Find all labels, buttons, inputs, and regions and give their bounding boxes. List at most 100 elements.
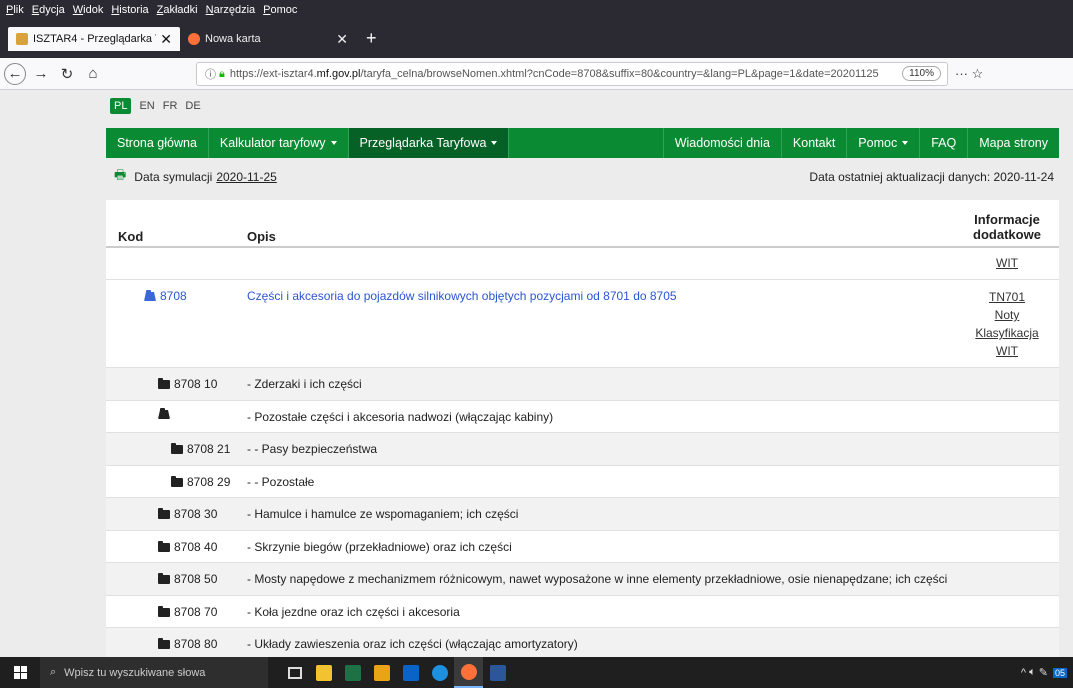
classification-link[interactable]: Klasyfikacja (966, 324, 1048, 342)
taskbar-apps (280, 657, 512, 688)
tab-isztar[interactable]: ISZTAR4 - Przeglądarka Taryfow ✕ (8, 27, 180, 51)
nomenclature-table: Kod Opis Informacje dodatkowe WIT 8708 Cz… (106, 200, 1059, 657)
page-actions: ··· ☆ (955, 66, 983, 82)
nav-home[interactable]: Strona główna (106, 128, 209, 158)
simulation-date-link[interactable]: 2020-11-25 (216, 170, 277, 184)
outlook-icon[interactable] (396, 657, 425, 688)
table-row[interactable]: 8708 30 - Hamulce i hamulce ze wspomagan… (106, 498, 1059, 531)
reload-button[interactable]: ↻ (54, 65, 80, 83)
folder-icon (171, 475, 183, 487)
header-description: Opis (247, 229, 276, 244)
search-placeholder: Wpisz tu wyszukiwane słowa (64, 666, 206, 679)
caret-down-icon (902, 141, 909, 145)
notification-badge[interactable]: 05 (1052, 667, 1067, 678)
table-row[interactable]: 8708 50 - Mosty napędowe z mechanizmem r… (106, 563, 1059, 596)
menu-file[interactable]: Plik (6, 4, 24, 16)
table-row-partial: WIT (106, 248, 1059, 280)
site-nav: Strona główna Kalkulator taryfowy Przegl… (106, 128, 1059, 158)
menu-dots-icon[interactable]: ··· (955, 66, 968, 81)
tab-close-icon[interactable]: ✕ (160, 32, 172, 46)
nav-bar: ← → ↻ ⌂ ⓘ 🔒︎ https://ext-isztar4.mf.gov.… (0, 58, 1073, 90)
menu-help[interactable]: Pomoc (263, 4, 297, 16)
app-m-icon[interactable] (367, 657, 396, 688)
last-update-text: Data ostatniej aktualizacji danych: 2020… (809, 170, 1054, 184)
back-button[interactable]: ← (4, 62, 26, 85)
table-header: Kod Opis Informacje dodatkowe (106, 200, 1059, 248)
edge-icon[interactable] (425, 657, 454, 688)
wit-link[interactable]: WIT (966, 342, 1048, 360)
file-explorer-icon[interactable] (309, 657, 338, 688)
folder-icon (158, 507, 170, 519)
nav-sitemap[interactable]: Mapa strony (968, 128, 1059, 158)
firefox-icon (188, 33, 200, 45)
table-row[interactable]: - Pozostałe części i akcesoria nadwozi (… (106, 401, 1059, 433)
windows-logo-icon (13, 666, 27, 679)
header-code: Kod (118, 229, 144, 244)
folder-icon (158, 377, 170, 389)
lang-en[interactable]: EN (139, 100, 154, 112)
menu-history[interactable]: Historia (111, 4, 148, 16)
table-row-main[interactable]: 8708 Części i akcesoria do pojazdów siln… (106, 280, 1059, 368)
table-row[interactable]: 8708 80 - Układy zawieszenia oraz ich cz… (106, 628, 1059, 657)
folder-icon (158, 572, 170, 584)
folder-icon (158, 540, 170, 552)
tab-title: ISZTAR4 - Przeglądarka Taryfow (33, 33, 156, 45)
network-icon[interactable]: ✎ (1039, 666, 1048, 679)
task-view-icon[interactable] (280, 657, 309, 688)
row-description[interactable]: Części i akcesoria do pojazdów silnikowy… (247, 289, 677, 303)
system-tray: ^ 🔈︎ ✎ 05 (1021, 666, 1067, 679)
lang-de[interactable]: DE (185, 100, 200, 112)
taskbar: ⌕ Wpisz tu wyszukiwane słowa ^ 🔈︎ ✎ 05 (0, 657, 1073, 688)
row-code[interactable]: 8708 (144, 289, 187, 303)
url-text: https://ext-isztar4.mf.gov.pl/taryfa_cel… (229, 68, 879, 80)
table-row[interactable]: 8708 70 - Koła jezdne oraz ich części i … (106, 596, 1059, 628)
search-icon: ⌕ (50, 666, 57, 678)
folder-open-icon (158, 408, 170, 419)
language-bar: PL EN FR DE (110, 98, 209, 114)
folder-open-icon (144, 289, 156, 301)
start-button[interactable] (0, 657, 40, 688)
table-row[interactable]: 8708 21 - - Pasy bezpieczeństwa (106, 433, 1059, 466)
info-icon[interactable]: ⓘ (205, 66, 216, 82)
nav-tariff-browser[interactable]: Przeglądarka Taryfowa (348, 128, 510, 158)
menu-tools[interactable]: Narzędzia (206, 4, 256, 16)
nav-help[interactable]: Pomoc (847, 128, 921, 158)
printer-icon[interactable]: 🖶 (114, 166, 126, 188)
home-button[interactable]: ⌂ (80, 65, 106, 82)
nav-contact[interactable]: Kontakt (782, 128, 848, 158)
url-bar[interactable]: ⓘ 🔒︎ https://ext-isztar4.mf.gov.pl/taryf… (196, 62, 948, 86)
table-row[interactable]: 8708 10 - Zderzaki i ich części (106, 368, 1059, 401)
caret-down-icon (330, 141, 337, 145)
zoom-level[interactable]: 110% (902, 66, 941, 81)
folder-icon (158, 605, 170, 617)
tab-title: Nowa karta (205, 33, 261, 45)
chevron-up-icon[interactable]: ^ (1021, 667, 1026, 679)
bookmark-star-icon[interactable]: ☆ (972, 66, 984, 81)
nav-calculator[interactable]: Kalkulator taryfowy (209, 128, 349, 158)
lang-pl[interactable]: PL (110, 98, 132, 114)
tn701-link[interactable]: TN701 (966, 288, 1048, 306)
site-favicon-icon (16, 33, 28, 45)
forward-button[interactable]: → (28, 65, 54, 82)
simulation-bar: 🖶 Data symulacji 2020-11-25 Data ostatni… (114, 166, 1054, 188)
menu-bookmarks[interactable]: Zakładki (157, 4, 198, 16)
tab-new[interactable]: Nowa karta ✕ (180, 27, 356, 51)
tab-close-icon[interactable]: ✕ (336, 32, 348, 46)
nav-faq[interactable]: FAQ (920, 128, 969, 158)
word-icon[interactable] (483, 657, 512, 688)
excel-icon[interactable] (338, 657, 367, 688)
taskbar-search[interactable]: ⌕ Wpisz tu wyszukiwane słowa (40, 657, 268, 688)
lock-icon: 🔒︎ (219, 67, 225, 80)
table-row[interactable]: 8708 40 - Skrzynie biegów (przekładniowe… (106, 531, 1059, 563)
wit-link[interactable]: WIT (966, 254, 1048, 272)
new-tab-button[interactable]: + (366, 28, 377, 49)
notes-link[interactable]: Noty (966, 306, 1048, 324)
table-row[interactable]: 8708 29 - - Pozostałe (106, 466, 1059, 498)
firefox-taskbar-icon[interactable] (454, 657, 483, 688)
menu-view[interactable]: Widok (73, 4, 104, 16)
volume-icon[interactable]: 🔈︎ (1029, 666, 1036, 679)
lang-fr[interactable]: FR (163, 100, 178, 112)
folder-icon (171, 442, 183, 454)
nav-news[interactable]: Wiadomości dnia (662, 128, 782, 158)
menu-edit[interactable]: Edycja (32, 4, 65, 16)
